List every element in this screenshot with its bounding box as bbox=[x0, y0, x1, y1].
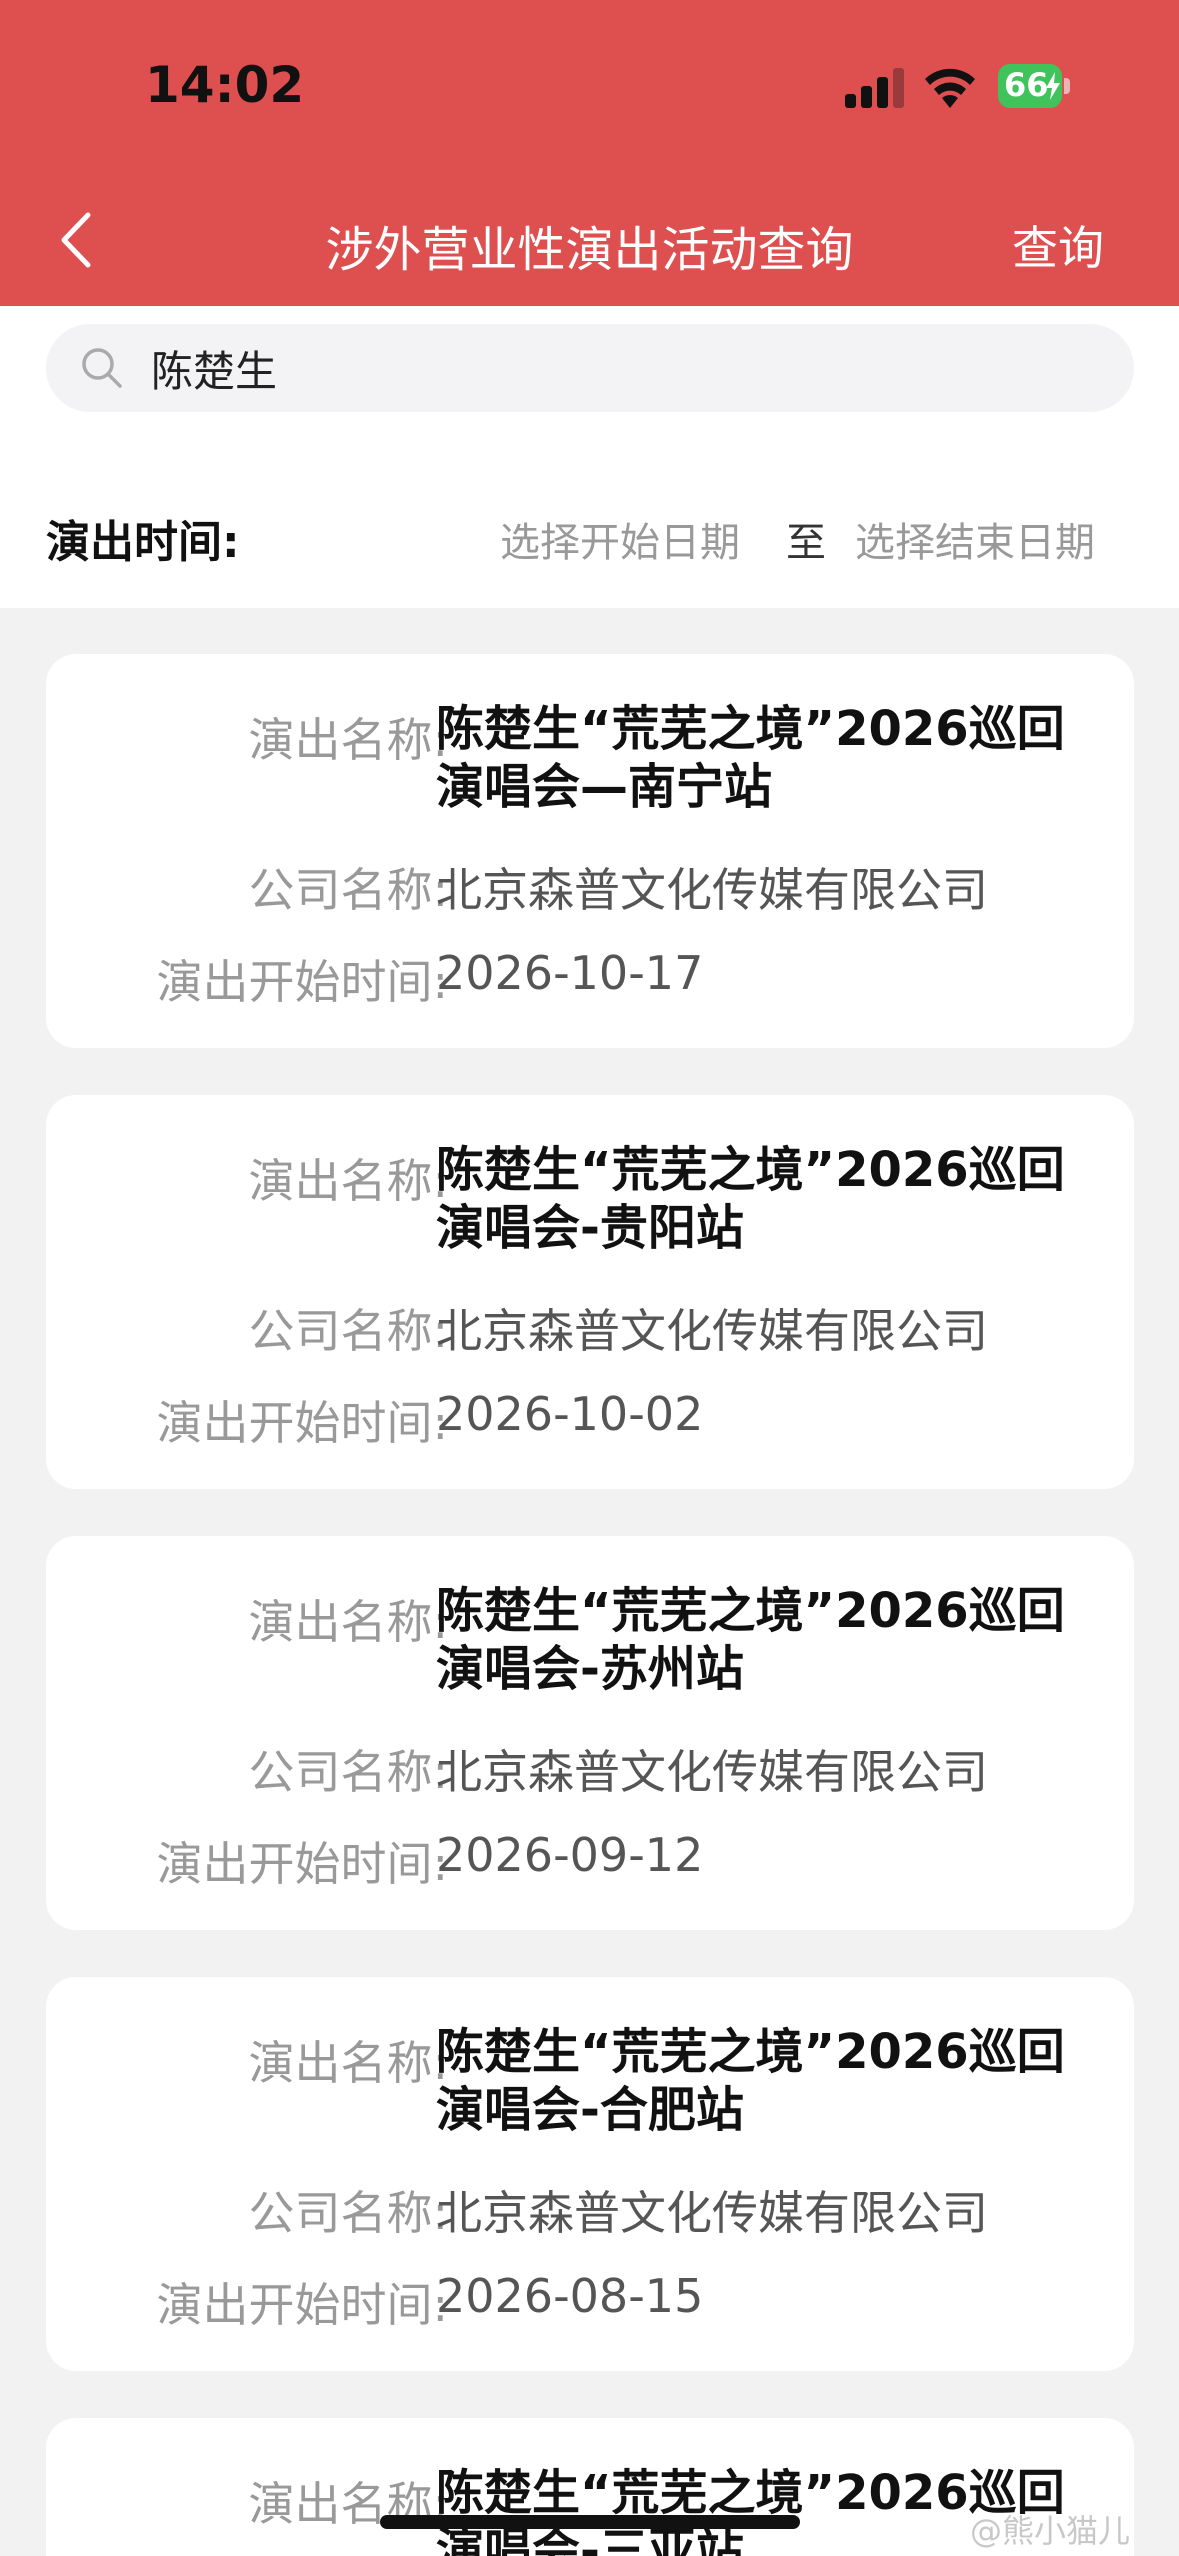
home-indicator bbox=[380, 2515, 800, 2529]
start-time-value: 2026-10-17 bbox=[436, 946, 704, 1000]
result-card[interactable]: 演出名称: 陈楚生“荒芜之境”2026巡回 演唱会—南宁站 公司名称: 北京森普… bbox=[46, 654, 1134, 1048]
start-date-picker[interactable]: 选择开始日期 bbox=[500, 510, 740, 568]
result-card[interactable]: 演出名称: 陈楚生“荒芜之境”2026巡回 演唱会-合肥站 公司名称: 北京森普… bbox=[46, 1977, 1134, 2371]
search-icon bbox=[82, 348, 122, 388]
search-box[interactable] bbox=[46, 324, 1134, 412]
show-name: 陈楚生“荒芜之境”2026巡回 演唱会-贵阳站 bbox=[436, 1142, 1065, 1256]
result-card[interactable]: 演出名称: 陈楚生“荒芜之境”2026巡回 演唱会-贵阳站 公司名称: 北京森普… bbox=[46, 1095, 1134, 1489]
show-name: 陈楚生“荒芜之境”2026巡回 演唱会—南宁站 bbox=[436, 701, 1065, 815]
company-name: 北京森普文化传媒有限公司 bbox=[436, 2186, 988, 2240]
start-time-label: 演出开始时间: bbox=[156, 955, 449, 1009]
show-name-label: 演出名称: bbox=[248, 1154, 449, 1208]
company-label: 公司名称: bbox=[248, 1304, 449, 1358]
start-time-label: 演出开始时间: bbox=[156, 2278, 449, 2332]
watermark: @熊小猫儿 bbox=[970, 2512, 1131, 2550]
company-name: 北京森普文化传媒有限公司 bbox=[436, 1745, 988, 1799]
show-name-label: 演出名称: bbox=[248, 2036, 449, 2090]
search-input[interactable] bbox=[151, 338, 1051, 398]
start-time-label: 演出开始时间: bbox=[156, 1396, 449, 1450]
app-header: 14:02 66 涉外营业性演出活动查询 查询 bbox=[0, 0, 1179, 306]
show-name: 陈楚生“荒芜之境”2026巡回 演唱会-合肥站 bbox=[436, 2024, 1065, 2138]
battery-level: 66 bbox=[1004, 66, 1049, 104]
date-filter-label: 演出时间: bbox=[46, 517, 240, 568]
start-time-value: 2026-10-02 bbox=[436, 1387, 704, 1441]
query-button[interactable]: 查询 bbox=[1012, 212, 1104, 278]
company-label: 公司名称: bbox=[248, 863, 449, 917]
company-name: 北京森普文化传媒有限公司 bbox=[436, 863, 988, 917]
page-title: 涉外营业性演出活动查询 bbox=[325, 222, 854, 278]
start-time-label: 演出开始时间: bbox=[156, 1837, 449, 1891]
show-name-label: 演出名称: bbox=[248, 1595, 449, 1649]
show-name: 陈楚生“荒芜之境”2026巡回 演唱会-苏州站 bbox=[436, 1583, 1065, 1697]
company-name: 北京森普文化传媒有限公司 bbox=[436, 1304, 988, 1358]
end-date-picker[interactable]: 选择结束日期 bbox=[855, 510, 1095, 568]
start-time-value: 2026-08-15 bbox=[436, 2269, 704, 2323]
show-name-label: 演出名称: bbox=[248, 713, 449, 767]
battery-icon: 66 bbox=[998, 64, 1070, 108]
start-time-value: 2026-09-12 bbox=[436, 1828, 704, 1882]
result-card[interactable]: 演出名称: 陈楚生“荒芜之境”2026巡回 演唱会-苏州站 公司名称: 北京森普… bbox=[46, 1536, 1134, 1930]
company-label: 公司名称: bbox=[248, 1745, 449, 1799]
date-separator: 至 bbox=[786, 520, 826, 566]
filter-panel: 演出时间: 选择开始日期 至 选择结束日期 bbox=[0, 306, 1179, 608]
company-label: 公司名称: bbox=[248, 2186, 449, 2240]
status-time: 14:02 bbox=[145, 56, 305, 114]
cellular-signal-icon bbox=[845, 68, 904, 108]
wifi-icon bbox=[925, 68, 975, 108]
